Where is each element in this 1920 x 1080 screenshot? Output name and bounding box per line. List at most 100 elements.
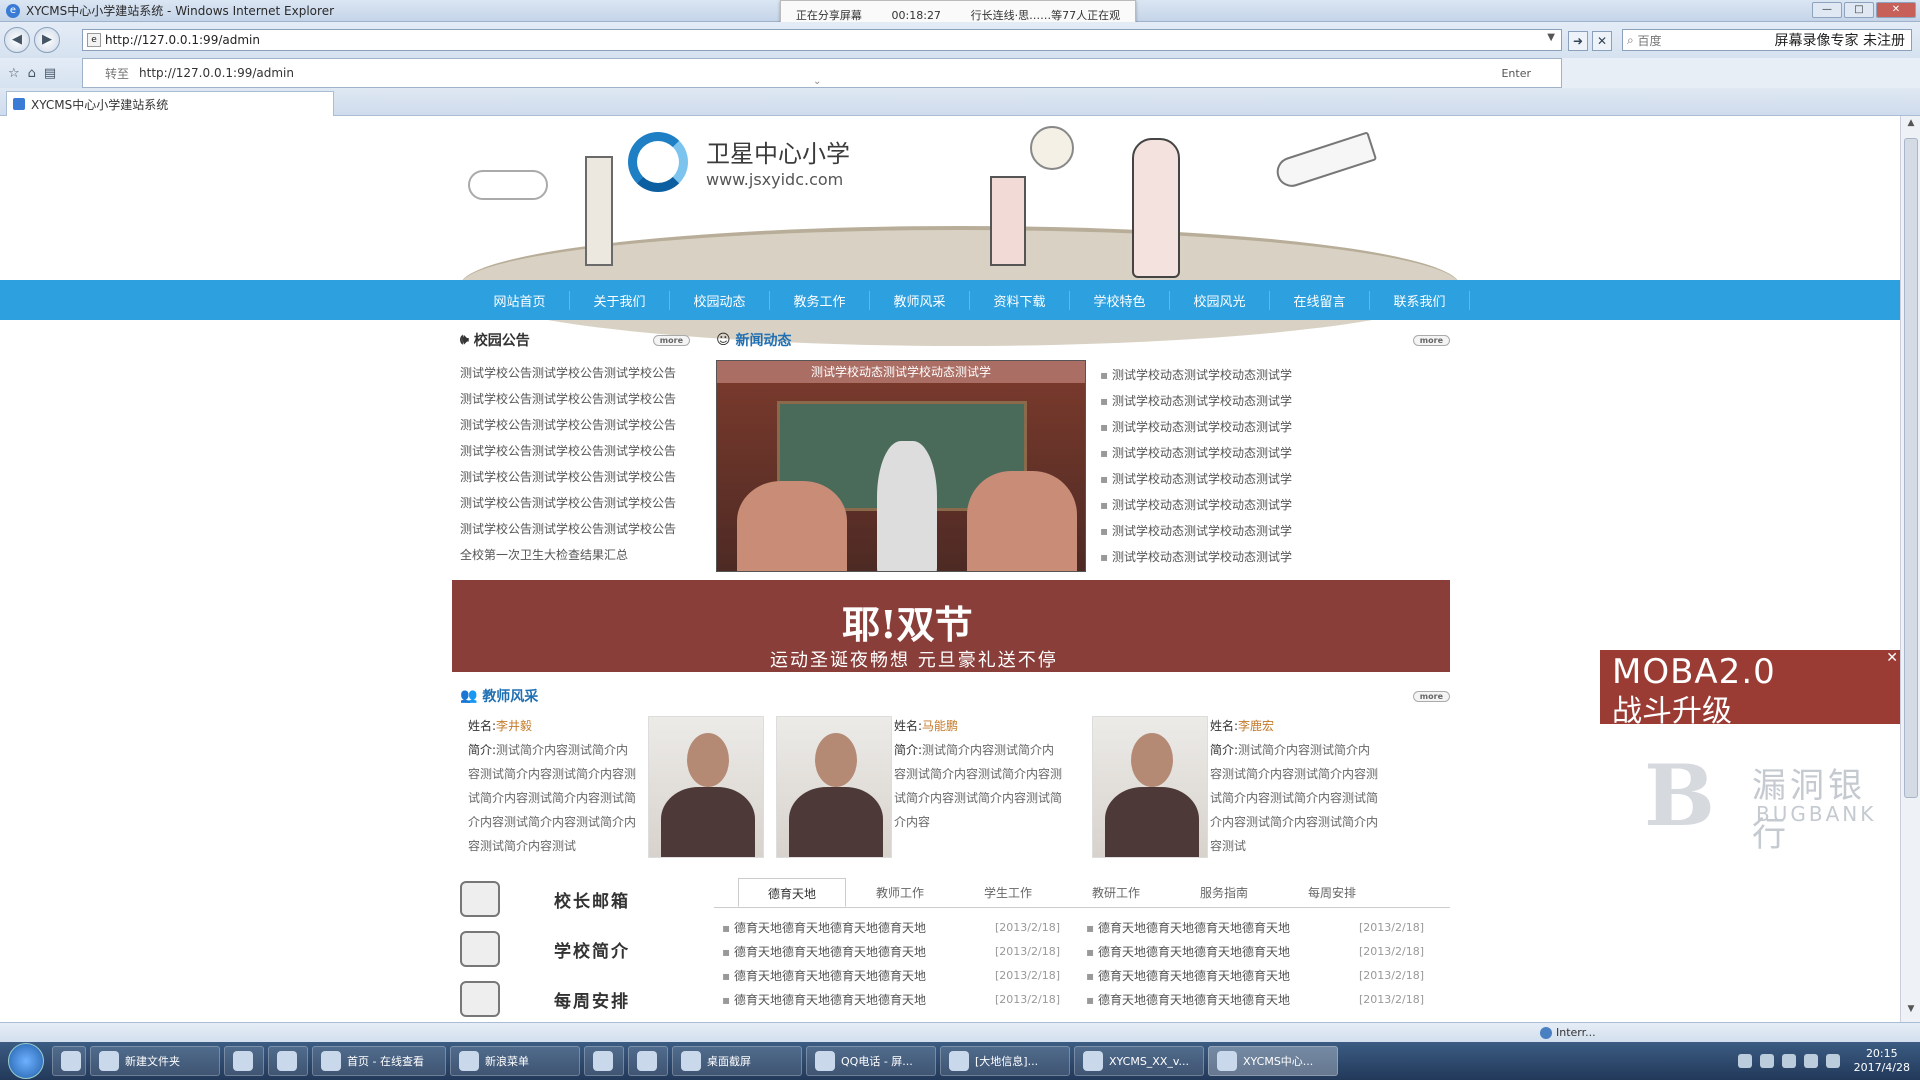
tab-teacher-work[interactable]: 教师工作: [846, 878, 954, 907]
clock[interactable]: 20:15 2017/4/28: [1854, 1047, 1910, 1075]
school-logo-icon[interactable]: [628, 132, 688, 192]
list-item[interactable]: 德育天地德育天地德育天地德育天地: [1086, 988, 1290, 1012]
address-bar[interactable]: e http://127.0.0.1:99/admin ▼: [82, 29, 1562, 51]
news-photo[interactable]: 测试学校动态测试学校动态测试学: [716, 360, 1086, 572]
teacher-card[interactable]: 姓名:李井毅 简介:测试简介内容测试简介内容测试简介内容测试简介内容测试简介内容…: [460, 714, 770, 864]
taskbar-button[interactable]: [628, 1046, 668, 1076]
tray-icon[interactable]: [1759, 1054, 1774, 1068]
list-item[interactable]: 测试学校动态测试学校动态测试学: [1100, 518, 1292, 544]
site-name[interactable]: 卫星中心小学: [706, 134, 850, 169]
news-more-button[interactable]: more: [1412, 334, 1450, 346]
minimize-button[interactable]: —: [1812, 2, 1842, 18]
taskbar-button[interactable]: 新建文件夹: [90, 1046, 220, 1076]
list-item[interactable]: 测试学校动态测试学校动态测试学: [1100, 544, 1292, 570]
list-item[interactable]: 测试学校动态测试学校动态测试学: [1100, 414, 1292, 440]
address-dropdown-icon[interactable]: ▼: [1547, 32, 1555, 43]
volume-icon[interactable]: [1803, 1054, 1818, 1068]
taskbar-button[interactable]: [52, 1046, 86, 1076]
tab-research[interactable]: 教研工作: [1062, 878, 1170, 907]
tab-student-work[interactable]: 学生工作: [954, 878, 1062, 907]
principal-mailbox-link[interactable]: 校长邮箱: [460, 874, 680, 924]
list-item[interactable]: 测试学校公告测试学校公告测试学校公告: [460, 412, 690, 438]
maximize-button[interactable]: □: [1844, 2, 1874, 18]
taskbar-button[interactable]: [大地信息]...: [940, 1046, 1070, 1076]
autocomplete-dropdown[interactable]: 转至 http://127.0.0.1:99/admin Enter ⌄: [82, 58, 1562, 88]
list-item[interactable]: 德育天地德育天地德育天地德育天地: [722, 916, 926, 940]
tray-icon[interactable]: [1737, 1054, 1752, 1068]
teacher-card[interactable]: 姓名:马能鹏 简介:测试简介内容测试简介内容测试简介内容测试简介内容测试简介内容…: [776, 714, 1086, 864]
taskbar-button[interactable]: [224, 1046, 264, 1076]
taskbar-button[interactable]: 新浪菜单: [450, 1046, 580, 1076]
nav-item-downloads[interactable]: 资料下载: [970, 290, 1070, 310]
feeds-icon[interactable]: ▤: [44, 66, 56, 81]
list-item[interactable]: 测试学校动态测试学校动态测试学: [1100, 388, 1292, 414]
tab-moral[interactable]: 德育天地: [738, 878, 846, 907]
nav-item-academic[interactable]: 教务工作: [770, 290, 870, 310]
teacher-photo[interactable]: [776, 716, 892, 858]
start-button[interactable]: [8, 1043, 44, 1079]
tray-icon[interactable]: [1825, 1054, 1840, 1068]
teacher-photo[interactable]: [1092, 716, 1208, 858]
list-item[interactable]: 测试学校公告测试学校公告测试学校公告: [460, 464, 690, 490]
taskbar-button[interactable]: QQ电话 - 屏...: [806, 1046, 936, 1076]
nav-item-scenery[interactable]: 校园风光: [1170, 290, 1270, 310]
forward-button[interactable]: ▶: [34, 27, 60, 53]
list-item[interactable]: 测试学校公告测试学校公告测试学校公告: [460, 360, 690, 386]
scroll-up-icon[interactable]: ▲: [1903, 118, 1919, 134]
list-item[interactable]: 测试学校公告测试学校公告测试学校公告: [460, 386, 690, 412]
tab-service-guide[interactable]: 服务指南: [1170, 878, 1278, 907]
nav-item-guestbook[interactable]: 在线留言: [1270, 290, 1370, 310]
scroll-thumb[interactable]: [1904, 138, 1918, 798]
home-icon[interactable]: ⌂: [28, 66, 36, 81]
close-window-button[interactable]: ✕: [1876, 2, 1916, 18]
network-icon[interactable]: [1781, 1054, 1796, 1068]
list-item[interactable]: 测试学校公告测试学校公告测试学校公告: [460, 516, 690, 542]
weekly-schedule-link[interactable]: 每周安排: [460, 974, 680, 1022]
list-item[interactable]: 测试学校动态测试学校动态测试学: [1100, 440, 1292, 466]
page-scrollbar[interactable]: ▲ ▼: [1900, 116, 1920, 1022]
close-icon[interactable]: ✕: [1886, 650, 1898, 666]
nav-item-features[interactable]: 学校特色: [1070, 290, 1170, 310]
favorites-star-icon[interactable]: ☆: [8, 66, 20, 81]
go-arrow-icon[interactable]: ➜: [1568, 31, 1588, 51]
browser-tab[interactable]: XYCMS中心小学建站系统: [6, 91, 334, 116]
tab-weekly[interactable]: 每周安排: [1278, 878, 1386, 907]
list-item[interactable]: 测试学校动态测试学校动态测试学: [1100, 362, 1292, 388]
security-zone[interactable]: Interr...: [1540, 1026, 1596, 1039]
list-item[interactable]: 德育天地德育天地德育天地德育天地: [722, 940, 926, 964]
taskbar-button[interactable]: [268, 1046, 308, 1076]
teacher-card[interactable]: 姓名:李鹿宏 简介:测试简介内容测试简介内容测试简介内容测试简介内容测试简介内容…: [1092, 714, 1402, 864]
back-button[interactable]: ◀: [4, 27, 30, 53]
list-item[interactable]: 德育天地德育天地德育天地德育天地: [722, 964, 926, 988]
scroll-down-icon[interactable]: ▼: [1903, 1004, 1919, 1020]
nav-item-contact[interactable]: 联系我们: [1370, 290, 1470, 310]
floating-game-ad[interactable]: MOBA2.0 战斗升级 ✕: [1600, 650, 1902, 729]
nav-item-home[interactable]: 网站首页: [470, 290, 570, 310]
holiday-ad-banner[interactable]: 耶!双节 运动圣诞夜畅想 元旦豪礼送不停: [452, 580, 1450, 672]
school-intro-link[interactable]: 学校简介: [460, 924, 680, 974]
stop-icon[interactable]: ✕: [1592, 31, 1612, 51]
list-item[interactable]: 测试学校公告测试学校公告测试学校公告: [460, 438, 690, 464]
taskbar-button[interactable]: XYCMS中心...: [1208, 1046, 1338, 1076]
list-item[interactable]: 德育天地德育天地德育天地德育天地: [1086, 964, 1290, 988]
nav-item-campus-news[interactable]: 校园动态: [670, 290, 770, 310]
teacher-more-button[interactable]: more: [1412, 690, 1450, 702]
search-input[interactable]: ⌕ 百度 屏幕录像专家 未注册: [1622, 29, 1912, 51]
autocomplete-url[interactable]: http://127.0.0.1:99/admin: [139, 66, 294, 80]
list-item[interactable]: 测试学校动态测试学校动态测试学: [1100, 466, 1292, 492]
taskbar-button[interactable]: 桌面截屏: [672, 1046, 802, 1076]
list-item[interactable]: 测试学校动态测试学校动态测试学: [1100, 492, 1292, 518]
nav-item-about[interactable]: 关于我们: [570, 290, 670, 310]
teacher-photo[interactable]: [648, 716, 764, 858]
list-item[interactable]: 德育天地德育天地德育天地德育天地: [1086, 940, 1290, 964]
list-item[interactable]: 全校第一次卫生大检查结果汇总: [460, 542, 690, 568]
taskbar-button[interactable]: XYCMS_XX_v...: [1074, 1046, 1204, 1076]
taskbar-button[interactable]: 首页 - 在线查看: [312, 1046, 446, 1076]
nav-item-teachers[interactable]: 教师风采: [870, 290, 970, 310]
list-item[interactable]: 测试学校公告测试学校公告测试学校公告: [460, 490, 690, 516]
notice-more-button[interactable]: more: [652, 334, 690, 346]
list-item[interactable]: 德育天地德育天地德育天地德育天地: [722, 988, 926, 1012]
taskbar-button[interactable]: [584, 1046, 624, 1076]
list-item[interactable]: 德育天地德育天地德育天地德育天地: [1086, 916, 1290, 940]
folder-icon: [99, 1051, 119, 1071]
